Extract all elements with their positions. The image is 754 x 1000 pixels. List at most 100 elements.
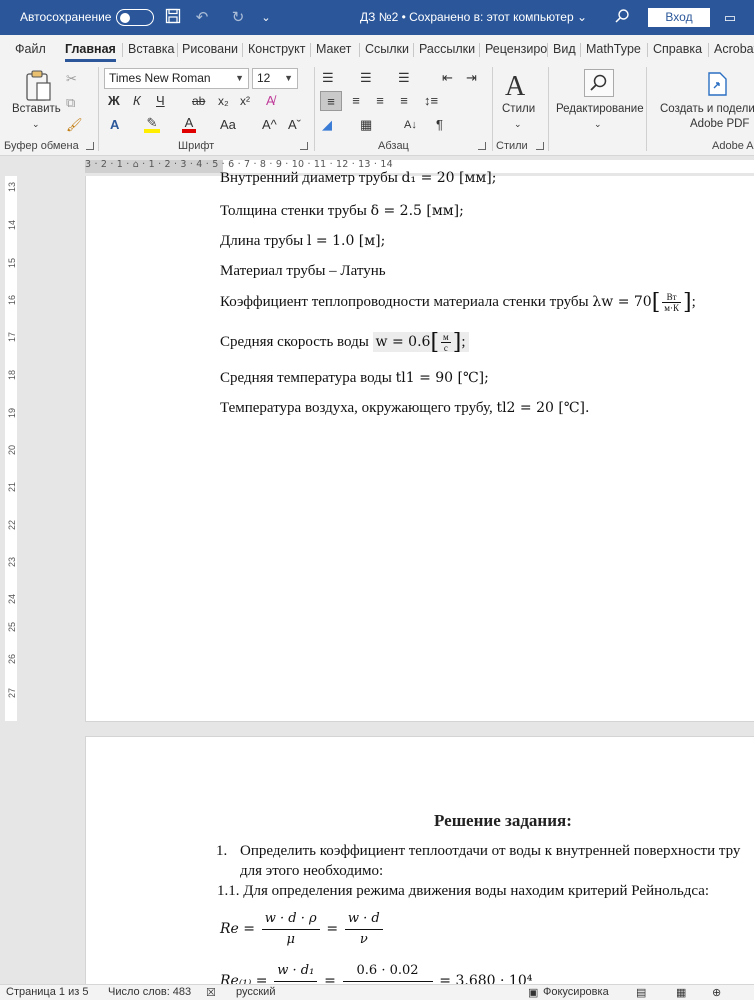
borders-icon[interactable]: ▦	[360, 115, 372, 135]
tab-review[interactable]: Рецензиро	[485, 42, 547, 56]
read-mode-icon[interactable]: ▤	[636, 986, 646, 999]
copy-icon[interactable]: ⧉	[66, 93, 75, 113]
tab-references[interactable]: Ссылки	[365, 42, 409, 56]
paste-icon[interactable]	[24, 69, 52, 106]
focus-mode-button[interactable]: Фокусировка	[543, 986, 609, 998]
list-item-text[interactable]: Определить коэффициент теплоотдачи от во…	[240, 843, 740, 860]
save-icon[interactable]	[163, 8, 183, 28]
reynolds-equation[interactable]: Re = w · d · ρμ = w · dν	[220, 909, 386, 950]
toggle-knob	[120, 12, 130, 23]
align-left-button[interactable]: ≡	[320, 91, 342, 111]
word-count[interactable]: Число слов: 483	[108, 986, 191, 998]
paragraph-launcher-icon[interactable]	[478, 142, 486, 150]
redo-icon[interactable]: ↻	[228, 8, 248, 28]
subscript-button[interactable]: x₂	[218, 91, 229, 111]
equation: =	[326, 920, 339, 937]
document-page[interactable]: Решение задания: 1. Определить коэффицие…	[85, 736, 754, 996]
editing-label[interactable]: Редактирование	[556, 103, 644, 115]
adobe-pdf-label[interactable]: Adobe PDF	[690, 118, 749, 130]
tab-design[interactable]: Конструкт	[248, 42, 306, 56]
proofing-icon[interactable]: ☒	[206, 986, 216, 999]
shrink-font-button[interactable]: Aˇ	[288, 115, 301, 135]
align-right-button[interactable]: ≡	[370, 91, 390, 111]
paragraph-air-temperature[interactable]: Температура воздуха, окружающего трубу, …	[220, 400, 589, 417]
strikethrough-button[interactable]: ab	[192, 91, 205, 111]
decrease-indent-icon[interactable]: ⇤	[442, 68, 453, 88]
increase-indent-icon[interactable]: ⇥	[466, 68, 477, 88]
paste-label[interactable]: Вставить	[12, 103, 61, 115]
document-title[interactable]: ДЗ №2 • Сохранено в: этот компьютер ⌄	[360, 10, 587, 24]
paragraph-text: Толщина стенки трубы	[220, 203, 371, 219]
styles-label[interactable]: Стили	[502, 103, 535, 115]
justify-button[interactable]: ≡	[394, 91, 414, 111]
search-icon[interactable]	[612, 8, 632, 28]
subsection-text[interactable]: 1.1. Для определения режима движения вод…	[217, 883, 709, 900]
vruler-number: 17	[7, 332, 17, 343]
ribbon-display-icon[interactable]: ▭	[720, 8, 740, 28]
clear-formatting-icon[interactable]: A̸	[266, 91, 275, 111]
highlight-icon[interactable]: ✎	[144, 113, 160, 133]
shading-icon[interactable]: ◢	[322, 115, 332, 135]
language-indicator[interactable]: русский	[236, 986, 275, 998]
grow-font-button[interactable]: A^	[262, 115, 277, 135]
tab-mailings[interactable]: Рассылки	[419, 42, 475, 56]
tab-insert[interactable]: Вставка	[128, 42, 174, 56]
paragraph-inner-diameter[interactable]: Внутренний диаметр трубы d₁ = 20 [мм];	[220, 170, 496, 187]
list-item-text[interactable]: для этого необходимо:	[240, 863, 383, 880]
tab-acrobat[interactable]: Acrobat	[714, 42, 754, 56]
paragraph-material[interactable]: Материал трубы – Латунь	[220, 263, 386, 280]
font-color-icon[interactable]: A	[182, 113, 196, 133]
text-effects-icon[interactable]: A	[110, 115, 119, 135]
web-layout-icon[interactable]: ⊕	[712, 986, 721, 999]
clipboard-launcher-icon[interactable]	[86, 142, 94, 150]
font-size-value: 12	[257, 71, 271, 85]
line-spacing-icon[interactable]: ↕≡	[424, 91, 438, 111]
tab-mathtype[interactable]: MathType	[586, 42, 641, 56]
page-count[interactable]: Страница 1 из 5	[6, 986, 88, 998]
cut-icon[interactable]: ✂	[66, 69, 77, 89]
paragraph-wall-thickness[interactable]: Толщина стенки трубы δ = 2.5 [мм];	[220, 203, 464, 220]
sort-icon[interactable]: A↓	[404, 115, 417, 135]
print-layout-icon[interactable]: ▦	[676, 986, 686, 999]
vertical-ruler[interactable]: 13 14 15 16 17 18 19 20 21 22 23 24 25 2…	[0, 176, 20, 984]
underline-button[interactable]: Ч	[156, 91, 165, 111]
find-icon[interactable]	[584, 69, 614, 97]
styles-icon[interactable]: A	[505, 69, 525, 105]
editing-chevron-icon[interactable]: ⌄	[594, 119, 602, 130]
tab-view[interactable]: Вид	[553, 42, 576, 56]
tab-file[interactable]: Файл	[15, 42, 46, 56]
tab-layout[interactable]: Макет	[316, 42, 351, 56]
adobe-create-label[interactable]: Создать и поделит	[660, 103, 754, 115]
create-pdf-icon[interactable]	[706, 71, 728, 100]
styles-chevron-icon[interactable]: ⌄	[514, 119, 522, 130]
font-size-select[interactable]: 12 ▼	[252, 68, 298, 89]
undo-icon[interactable]: ↶	[192, 8, 212, 28]
bold-button[interactable]: Ж	[108, 91, 120, 111]
paragraph-pipe-length[interactable]: Длина трубы l = 1.0 [м];	[220, 233, 385, 250]
align-center-button[interactable]: ≡	[346, 91, 366, 111]
tab-home[interactable]: Главная	[65, 42, 116, 62]
show-formatting-icon[interactable]: ¶	[436, 115, 443, 135]
paragraph-conductivity[interactable]: Коэффициент теплопроводности материала с…	[220, 290, 696, 315]
superscript-button[interactable]: x²	[240, 91, 250, 111]
paragraph-water-velocity[interactable]: Средняя скорость воды w = 0.6[м с];	[220, 330, 469, 355]
multilevel-list-icon[interactable]: ☰	[398, 68, 410, 88]
bullets-icon[interactable]: ☰	[322, 68, 334, 88]
customize-toolbar-icon[interactable]: ⌄	[256, 8, 276, 28]
section-heading[interactable]: Решение задания:	[434, 811, 572, 831]
paragraph-water-temperature[interactable]: Средняя температура воды tl1 = 90 [℃];	[220, 370, 489, 387]
italic-button[interactable]: К	[133, 91, 141, 111]
document-page[interactable]: Внутренний диаметр трубы d₁ = 20 [мм]; Т…	[85, 170, 754, 722]
format-painter-icon[interactable]: 🖌	[66, 115, 83, 135]
focus-icon[interactable]: ▣	[528, 986, 538, 999]
font-launcher-icon[interactable]	[300, 142, 308, 150]
font-name-select[interactable]: Times New Roman ▼	[104, 68, 249, 89]
styles-launcher-icon[interactable]	[536, 142, 544, 150]
autosave-toggle[interactable]	[116, 9, 154, 26]
tab-help[interactable]: Справка	[653, 42, 702, 56]
numbering-icon[interactable]: ☰	[360, 68, 372, 88]
signin-button[interactable]: Вход	[648, 8, 710, 27]
change-case-button[interactable]: Aa	[220, 115, 236, 135]
paste-dropdown-icon[interactable]: ⌄	[32, 119, 40, 130]
tab-draw[interactable]: Рисовани	[182, 42, 238, 56]
